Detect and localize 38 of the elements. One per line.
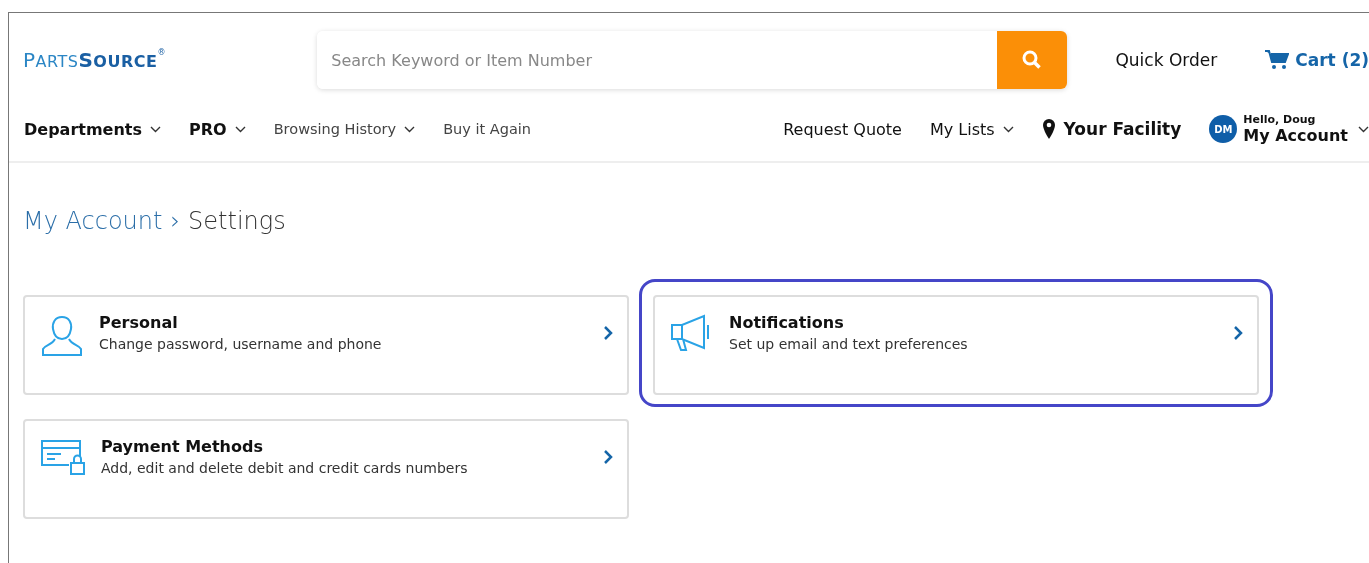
nav-menu-item[interactable]: Buy it Again [443, 121, 532, 137]
account-menu[interactable]: Hello, Doug My Account [1243, 113, 1348, 145]
card-subtitle: Change password, username and phone [99, 336, 383, 352]
nav-menu-item[interactable]: My Lists [929, 119, 1014, 139]
search-icon [1022, 50, 1043, 70]
nav-menu-item[interactable]: Departments [24, 119, 161, 139]
card-title: Payment Methods [101, 437, 264, 456]
avatar[interactable]: DM [1209, 115, 1238, 143]
card-subtitle: Add, edit and delete debit and credit cards numbers [101, 460, 469, 476]
quick-order-link[interactable]: Quick Order [1115, 50, 1218, 70]
chevron-down-icon [404, 125, 416, 133]
nav-menu-item[interactable]: Browsing History [273, 121, 416, 137]
person-icon [39, 313, 85, 359]
card-title: Personal [99, 313, 179, 332]
credit-card-lock-icon [39, 437, 87, 477]
cart-icon [1265, 50, 1290, 70]
chevron-right-icon [603, 449, 613, 465]
logo[interactable]: PARTSSOURCE® [23, 48, 318, 72]
facility-link[interactable]: Your Facility [1041, 118, 1182, 140]
nav-menu-item[interactable]: Request Quote [783, 119, 902, 139]
location-pin-icon [1041, 118, 1056, 140]
chevron-down-icon [1002, 125, 1014, 133]
breadcrumb-separator: › [170, 207, 181, 235]
chevron-down-icon [1358, 125, 1369, 133]
card-title: Notifications [729, 313, 845, 332]
chevron-right-icon [1233, 325, 1243, 341]
nav-menu-item[interactable]: PRO [189, 119, 246, 139]
cart-link[interactable]: Cart (2) [1265, 50, 1369, 70]
breadcrumb-item[interactable]: Settings [188, 207, 286, 235]
settings-card[interactable]: Personal Change password, username and phone [23, 295, 629, 395]
chevron-down-icon [150, 125, 161, 133]
chevron-right-icon [603, 325, 613, 341]
search-button[interactable] [997, 31, 1068, 89]
settings-card[interactable]: Payment Methods Add, edit and delete debit and credit cards numbers [23, 419, 629, 519]
settings-card[interactable]: Notifications Set up email and text preferences [653, 295, 1259, 395]
card-subtitle: Set up email and text preferences [729, 336, 969, 352]
chevron-down-icon [234, 125, 246, 133]
breadcrumb-item[interactable]: My Account [23, 207, 163, 235]
